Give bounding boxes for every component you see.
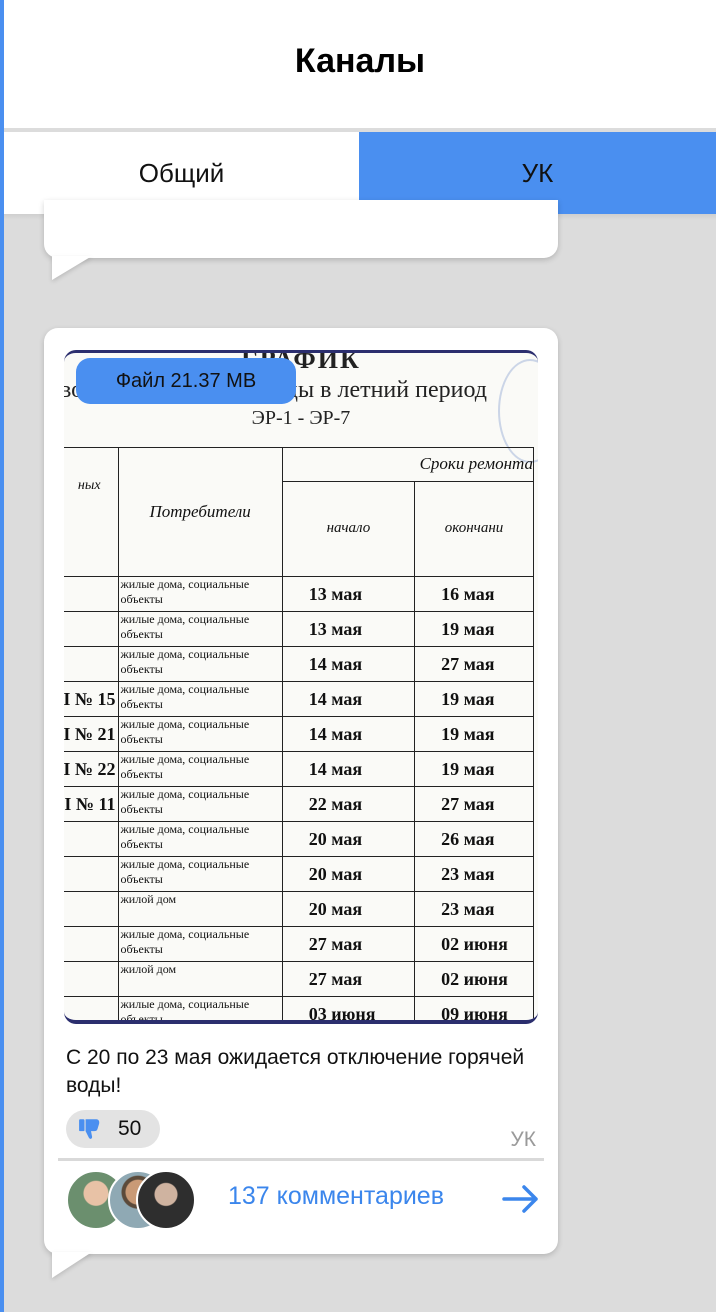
row-number [64,646,119,682]
row-consumers: жилой дом [117,961,283,997]
attachment-image[interactable]: ГРАФИК вов подачи горячей воды в летний … [64,350,538,1024]
author-label: УК [510,1128,536,1151]
row-end-date: 02 июня [414,961,534,997]
message-text: С 20 по 23 мая ожидается отключение горя… [66,1046,525,1097]
row-start-date: 14 мая [281,751,416,787]
row-number [64,821,119,857]
reaction-button[interactable]: 50 [66,1110,160,1148]
row-consumers: жилые дома, социальные объекты [117,751,283,787]
message-tail [52,1252,92,1278]
row-end-date: 19 мая [414,751,534,787]
row-consumers: жилые дома, социальные объекты [117,681,283,717]
comments-link[interactable]: 137 комментариев [228,1182,444,1211]
row-start-date: 14 мая [281,681,416,717]
row-consumers: жилые дома, социальные объекты [117,611,283,647]
thumbs-down-icon [79,1119,100,1139]
row-end-date: 09 июня [414,996,534,1020]
row-consumers: жилые дома, социальные объекты [117,926,283,962]
row-start-date: 27 мая [281,926,416,962]
row-start-date: 14 мая [281,646,416,682]
row-end-date: 19 мая [414,716,534,752]
row-end-date: 23 мая [414,856,534,892]
table-row: жилые дома, социальные объекты 13 мая 19 м… [64,611,534,647]
row-consumers: жилые дома, социальные объекты [117,996,283,1020]
row-number [64,576,119,612]
reaction-count: 50 [118,1117,142,1140]
message-bubble: ГРАФИК вов подачи горячей воды в летний … [44,328,558,1254]
row-end-date: 02 июня [414,926,534,962]
table-row: I № 22 жилые дома, социальные объекты 14 м… [64,751,534,787]
table-row: жилые дома, социальные объекты 20 мая 26 м… [64,821,534,857]
row-number: I № 22 [64,751,119,787]
row-number [64,996,119,1020]
row-number [64,961,119,997]
row-number: I № 15 [64,681,119,717]
table-row: I № 11 жилые дома, социальные объекты 22 м… [64,786,534,822]
row-start-date: 03 июня [281,996,416,1020]
table-header-period: Сроки ремонта [281,447,535,482]
table-row: жилые дома, социальные объекты 20 мая 23 м… [64,856,534,892]
schedule-table: ных Потребители Сроки ремонта начало око… [64,447,535,1020]
commenter-avatars[interactable] [66,1170,196,1230]
table-header-end: окончани [414,480,534,578]
table-row: жилые дома, социальные объекты 03 июня 09 … [64,996,534,1020]
table-row: жилой дом 27 мая 02 июня [64,961,534,997]
row-consumers: жилые дома, социальные объекты [117,786,283,822]
row-consumers: жилые дома, социальные объекты [117,821,283,857]
row-number [64,891,119,927]
table-header-start: начало [281,480,416,578]
table-header-left: ных [64,447,119,577]
row-number [64,856,119,892]
table-row: жилые дома, социальные объекты 14 мая 27 м… [64,646,534,682]
row-end-date: 16 мая [414,576,534,612]
row-consumers: жилые дома, социальные объекты [117,856,283,892]
row-end-date: 19 мая [414,611,534,647]
row-number: I № 21 [64,716,119,752]
file-size-badge[interactable]: Файл 21.37 MB [76,358,296,404]
row-start-date: 22 мая [281,786,416,822]
row-number [64,926,119,962]
row-end-date: 23 мая [414,891,534,927]
row-start-date: 20 мая [281,821,416,857]
row-consumers: жилые дома, социальные объекты [117,646,283,682]
table-row: I № 21 жилые дома, социальные объекты 14 м… [64,716,534,752]
app-header: Каналы [4,0,716,128]
row-consumers: жилой дом [117,891,283,927]
row-number: I № 11 [64,786,119,822]
previous-message-tail [52,256,92,280]
table-row: жилые дома, социальные объекты 13 мая 16 м… [64,576,534,612]
row-start-date: 14 мая [281,716,416,752]
row-start-date: 13 мая [281,611,416,647]
row-start-date: 20 мая [281,891,416,927]
page-title: Каналы [294,42,426,80]
table-header-consumers: Потребители [117,447,283,577]
row-consumers: жилые дома, социальные объекты [117,576,283,612]
row-end-date: 27 мая [414,646,534,682]
row-end-date: 26 мая [414,821,534,857]
row-start-date: 13 мая [281,576,416,612]
table-row: жилой дом 20 мая 23 мая [64,891,534,927]
table-row: жилые дома, социальные объекты 27 мая 02 и… [64,926,534,962]
divider [58,1158,544,1161]
row-start-date: 20 мая [281,856,416,892]
row-number [64,611,119,647]
avatar [136,1170,196,1230]
row-end-date: 27 мая [414,786,534,822]
row-end-date: 19 мая [414,681,534,717]
table-row: I № 15 жилые дома, социальные объекты 14 м… [64,681,534,717]
row-consumers: жилые дома, социальные объекты [117,716,283,752]
doc-districts: ЭР-1 - ЭР-7 [251,407,351,429]
arrow-right-icon[interactable] [502,1184,540,1214]
previous-message-bubble [44,200,558,258]
row-start-date: 27 мая [281,961,416,997]
